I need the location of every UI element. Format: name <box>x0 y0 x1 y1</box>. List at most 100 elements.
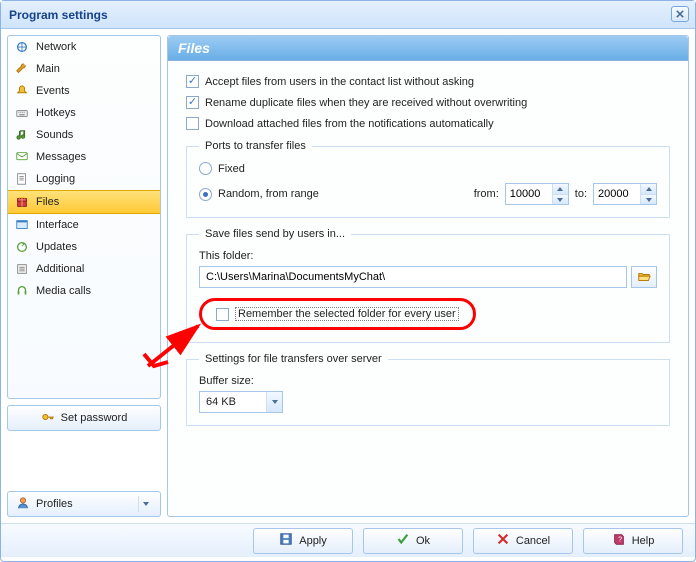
checkbox-label: Download attached files from the notific… <box>205 118 494 130</box>
ok-button[interactable]: Ok <box>363 528 463 554</box>
button-label: Set password <box>61 412 128 424</box>
additional-icon <box>14 261 30 277</box>
group-legend: Save files send by users in... <box>199 228 351 240</box>
profiles-button[interactable]: Profiles <box>7 491 161 517</box>
radio-label: Fixed <box>218 163 245 175</box>
nav-item-additional[interactable]: Additional <box>8 258 160 280</box>
button-label: Cancel <box>516 535 550 547</box>
checkbox-label: Rename duplicate files when they are rec… <box>205 97 527 109</box>
nav-list: Network Main Events Hotkeys Sounds Messa… <box>7 35 161 399</box>
profiles-dropdown-toggle[interactable] <box>138 496 152 512</box>
update-icon <box>14 239 30 255</box>
cancel-button[interactable]: Cancel <box>473 528 573 554</box>
button-label: Profiles <box>36 498 73 510</box>
nav-item-updates[interactable]: Updates <box>8 236 160 258</box>
chevron-down-icon <box>143 502 149 506</box>
nav-item-label: Media calls <box>36 285 91 297</box>
port-to-input[interactable] <box>594 184 640 204</box>
music-icon <box>14 127 30 143</box>
remember-folder-checkbox[interactable] <box>216 308 229 321</box>
chevron-down-icon <box>557 198 563 202</box>
check-icon <box>396 532 410 549</box>
nav-item-label: Messages <box>36 151 86 163</box>
nav-item-label: Files <box>36 196 59 208</box>
nav-item-logging[interactable]: Logging <box>8 168 160 190</box>
save-folder-group: Save files send by users in... This fold… <box>186 228 670 343</box>
accept-files-checkbox[interactable] <box>186 75 199 88</box>
buffer-size-select[interactable]: 64 KB <box>199 391 283 413</box>
checkbox-label: Accept files from users in the contact l… <box>205 76 474 88</box>
wrench-icon <box>14 61 30 77</box>
network-icon <box>14 39 30 55</box>
checkbox-label: Remember the selected folder for every u… <box>235 307 459 321</box>
nav-item-main[interactable]: Main <box>8 58 160 80</box>
folder-path-input[interactable] <box>199 266 627 288</box>
profile-icon <box>16 496 30 513</box>
ports-fixed-radio[interactable] <box>199 162 212 175</box>
close-icon <box>676 10 684 18</box>
main-panel: Files Accept files from users in the con… <box>167 35 689 517</box>
close-button[interactable] <box>671 6 689 22</box>
nav-item-label: Network <box>36 41 76 53</box>
port-to-up[interactable] <box>641 184 656 194</box>
port-from-down[interactable] <box>553 194 568 204</box>
from-label: from: <box>474 188 499 200</box>
nav-item-sounds[interactable]: Sounds <box>8 124 160 146</box>
apply-button[interactable]: Apply <box>253 528 353 554</box>
message-icon <box>14 149 30 165</box>
nav-item-label: Hotkeys <box>36 107 76 119</box>
save-icon <box>279 532 293 549</box>
nav-item-label: Updates <box>36 241 77 253</box>
key-icon <box>41 410 55 427</box>
to-label: to: <box>575 188 587 200</box>
set-password-button[interactable]: Set password <box>7 405 161 431</box>
nav-item-network[interactable]: Network <box>8 36 160 58</box>
interface-icon <box>14 217 30 233</box>
sidebar: Network Main Events Hotkeys Sounds Messa… <box>7 35 161 517</box>
group-legend: Ports to transfer files <box>199 140 312 152</box>
chevron-up-icon <box>557 187 563 191</box>
port-to-spinner <box>593 183 657 205</box>
help-button[interactable]: ? Help <box>583 528 683 554</box>
nav-item-files[interactable]: Files <box>8 190 160 214</box>
highlight-annotation: Remember the selected folder for every u… <box>199 298 476 330</box>
window-title: Program settings <box>9 8 108 22</box>
chevron-down-icon <box>272 400 278 404</box>
gift-icon <box>14 194 30 210</box>
select-value: 64 KB <box>200 396 266 408</box>
nav-item-label: Logging <box>36 173 75 185</box>
chevron-down-icon <box>646 198 652 202</box>
download-attached-checkbox[interactable] <box>186 117 199 130</box>
headset-icon <box>14 283 30 299</box>
bell-icon <box>14 83 30 99</box>
panel-body: Accept files from users in the contact l… <box>168 61 688 516</box>
folder-open-icon <box>637 270 651 284</box>
nav-item-hotkeys[interactable]: Hotkeys <box>8 102 160 124</box>
titlebar: Program settings <box>1 1 695 29</box>
rename-duplicates-checkbox[interactable] <box>186 96 199 109</box>
nav-item-label: Interface <box>36 219 79 231</box>
group-legend: Settings for file transfers over server <box>199 353 388 365</box>
nav-item-label: Additional <box>36 263 84 275</box>
radio-label: Random, from range <box>218 188 319 200</box>
nav-item-messages[interactable]: Messages <box>8 146 160 168</box>
nav-item-events[interactable]: Events <box>8 80 160 102</box>
footer: Apply Ok Cancel ? Help <box>1 523 695 557</box>
transfer-settings-group: Settings for file transfers over server … <box>186 353 670 426</box>
select-dropdown-toggle[interactable] <box>266 392 282 412</box>
this-folder-label: This folder: <box>199 250 657 262</box>
nav-item-media-calls[interactable]: Media calls <box>8 280 160 302</box>
port-from-up[interactable] <box>553 184 568 194</box>
log-icon <box>14 171 30 187</box>
nav-item-label: Main <box>36 63 60 75</box>
port-to-down[interactable] <box>641 194 656 204</box>
nav-item-label: Sounds <box>36 129 73 141</box>
content-area: Network Main Events Hotkeys Sounds Messa… <box>1 29 695 523</box>
nav-item-interface[interactable]: Interface <box>8 214 160 236</box>
ports-random-radio[interactable] <box>199 188 212 201</box>
ports-group: Ports to transfer files Fixed Random, fr… <box>186 140 670 218</box>
browse-folder-button[interactable] <box>631 266 657 288</box>
port-from-input[interactable] <box>506 184 552 204</box>
keyboard-icon <box>14 105 30 121</box>
buffer-size-label: Buffer size: <box>199 375 657 387</box>
